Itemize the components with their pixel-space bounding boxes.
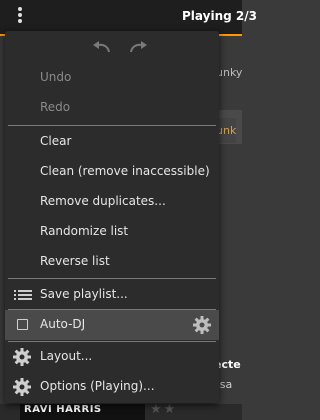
list-icon bbox=[14, 287, 32, 303]
playlist-menu: Undo Redo Clear Clean (remove inaccessib… bbox=[5, 31, 219, 403]
auto-dj-menu-item[interactable]: Auto-DJ bbox=[5, 310, 219, 340]
undo-icon[interactable] bbox=[90, 39, 114, 55]
randomize-label: Randomize list bbox=[40, 224, 129, 238]
album-art[interactable]: RAVI HARRIS bbox=[20, 404, 145, 420]
clean-menu-item[interactable]: Clean (remove inaccessible) bbox=[5, 157, 219, 187]
playlist-item[interactable]: unky bbox=[216, 66, 242, 79]
remove-duplicates-label: Remove duplicates... bbox=[40, 194, 166, 208]
redo-icon[interactable] bbox=[126, 39, 150, 55]
reverse-menu-item[interactable]: Reverse list bbox=[5, 247, 219, 277]
undo-menu-item[interactable]: Undo bbox=[5, 63, 219, 93]
more-vert-icon[interactable] bbox=[12, 5, 28, 27]
reverse-label: Reverse list bbox=[40, 254, 110, 268]
clean-label: Clean (remove inaccessible) bbox=[40, 164, 210, 178]
clear-label: Clear bbox=[40, 134, 72, 148]
rating-stars[interactable]: ★★ bbox=[150, 402, 177, 417]
redo-menu-item[interactable]: Redo bbox=[5, 93, 219, 123]
clear-menu-item[interactable]: Clear bbox=[5, 127, 219, 157]
remove-duplicates-menu-item[interactable]: Remove duplicates... bbox=[5, 187, 219, 217]
redo-label: Redo bbox=[40, 100, 71, 114]
gear-icon bbox=[12, 347, 32, 367]
options-menu-item[interactable]: Options (Playing)... bbox=[5, 372, 219, 402]
randomize-menu-item[interactable]: Randomize list bbox=[5, 217, 219, 247]
menu-divider bbox=[8, 125, 216, 126]
gear-icon bbox=[12, 377, 32, 397]
checkbox-icon[interactable] bbox=[17, 319, 28, 330]
layout-label: Layout... bbox=[40, 349, 93, 363]
menu-divider bbox=[8, 278, 216, 279]
save-playlist-menu-item[interactable]: Save playlist... bbox=[5, 280, 219, 310]
page-title: Playing 2/3 bbox=[182, 9, 257, 23]
options-label: Options (Playing)... bbox=[40, 379, 155, 393]
save-playlist-label: Save playlist... bbox=[40, 287, 128, 301]
undo-label: Undo bbox=[40, 70, 72, 84]
auto-dj-label: Auto-DJ bbox=[40, 317, 86, 331]
layout-menu-item[interactable]: Layout... bbox=[5, 342, 219, 372]
gear-icon[interactable] bbox=[192, 315, 212, 335]
undo-redo-row bbox=[5, 31, 219, 63]
playlist-item[interactable]: unk bbox=[216, 118, 237, 143]
